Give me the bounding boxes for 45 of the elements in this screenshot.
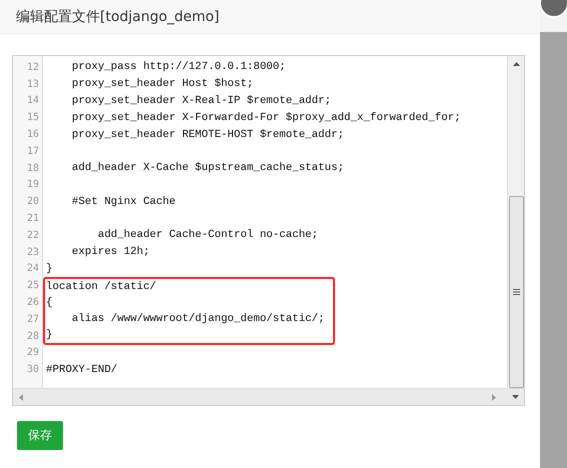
code-line: } [45,329,52,342]
code-line: #Set Nginx Cache [70,196,176,208]
code-line: proxy_set_header X-Forwarded-For $proxy_add_x_forwarded_for; [70,112,461,124]
scroll-left-icon[interactable] [19,394,23,400]
line-number: 21 [26,213,40,224]
code-line: add_header Cache-Control no-cache; [96,229,318,242]
line-number: 15 [26,112,40,124]
line-number: 19 [26,179,40,190]
scrollbar-thumb[interactable] [508,196,524,388]
code-line: { [45,296,52,309]
code-line: proxy_pass http://127.0.0.1:8000; [70,61,286,74]
horizontal-scrollbar[interactable] [13,388,524,405]
line-number: 13 [26,78,40,90]
scroll-up-icon[interactable] [512,62,520,66]
scroll-right-icon[interactable] [492,394,496,400]
line-number: 29 [26,347,40,358]
line-number: 17 [26,146,40,157]
code-line: expires 12h; [70,246,150,258]
code-line: add_header X-Cache $upstream_cache_status; [70,162,344,174]
line-number: 20 [26,196,40,208]
code-line: proxy_set_header REMOTE-HOST $remote_addr; [70,128,344,141]
line-number: 18 [26,162,40,174]
code-line: proxy_set_header X-Real-IP $remote_addr; [70,94,332,107]
dialog-title: 编辑配置文件[todjango_demo] [16,8,220,26]
save-button[interactable]: 保存 [17,421,63,450]
scroll-down-icon[interactable] [512,395,519,399]
line-number: 28 [26,330,40,342]
grip-icon [512,289,520,295]
line-number: 23 [26,246,40,258]
code-line: location /static/ [45,280,156,293]
line-number: 14 [26,95,40,106]
line-number: 26 [26,297,40,308]
code-line: } [45,262,52,275]
line-number: 30 [26,364,40,376]
code-line: proxy_set_header Host $host; [70,78,254,90]
line-number: 12 [26,62,40,73]
code-line: alias /www/wwwroot/django_demo/static/; [70,313,325,326]
vertical-scrollbar[interactable] [507,56,524,388]
line-number: 25 [26,280,40,292]
line-number: 27 [26,314,40,325]
code-line: #PROXY-END/ [45,364,118,376]
line-number: 24 [26,263,40,274]
line-number: 22 [26,230,40,241]
code-editor[interactable] [12,55,525,406]
line-number: 16 [26,129,40,140]
